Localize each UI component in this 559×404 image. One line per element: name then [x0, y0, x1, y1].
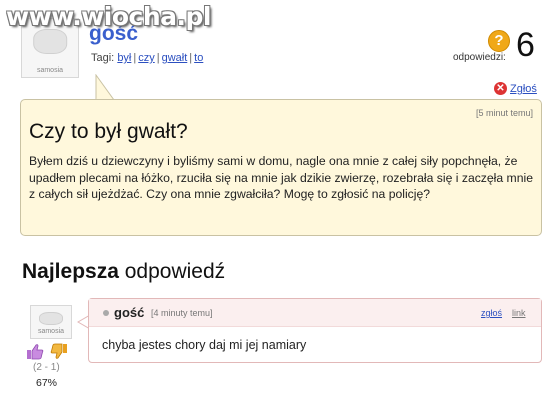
- tag-link[interactable]: był: [117, 52, 131, 64]
- best-answer-box: gość [4 minuty temu] zgłoś link chyba je…: [88, 298, 542, 363]
- tags-row: Tagi: był | czy | gwałt | to: [91, 52, 204, 64]
- bullet-icon: [103, 310, 109, 316]
- question-bubble: [5 minut temu] Czy to był gwałt? Byłem d…: [20, 99, 542, 236]
- tag-link[interactable]: to: [194, 52, 203, 64]
- watermark-logo: www.wiocha.pl: [6, 2, 211, 31]
- tag-link[interactable]: czy: [138, 52, 155, 64]
- best-answer-heading-rest: odpowiedź: [124, 260, 226, 283]
- answer-permalink[interactable]: link: [512, 308, 526, 318]
- report-icon[interactable]: ✕: [494, 82, 507, 95]
- tag-link[interactable]: gwałt: [162, 52, 188, 64]
- avatar-brand: samosia: [36, 67, 64, 74]
- vote-percent: 67%: [36, 377, 58, 389]
- question-body: Byłem dziś u dziewczyny i byliśmy sami w…: [29, 154, 533, 201]
- answers-label: odpowiedzi:: [453, 52, 506, 63]
- answer-time: [4 minuty temu]: [151, 308, 213, 318]
- thumb-down-icon[interactable]: [50, 343, 68, 360]
- answers-count: 6: [516, 26, 535, 64]
- question-mark-icon: ?: [488, 30, 510, 52]
- tags-label: Tagi:: [91, 52, 115, 64]
- report-question-link[interactable]: Zgłoś: [510, 83, 537, 95]
- best-answer-heading: Najlepsza odpowiedź: [22, 260, 225, 284]
- report-answer-link[interactable]: zgłoś: [481, 308, 502, 318]
- thumb-up-icon[interactable]: [26, 343, 44, 360]
- avatar-brand: samosia: [37, 328, 65, 335]
- question-title: Czy to był gwałt?: [29, 120, 188, 143]
- avatar-face-icon: [33, 29, 67, 54]
- avatar-face-icon: [39, 311, 63, 326]
- answer-author[interactable]: gość: [114, 305, 144, 320]
- question-time: [5 minut temu]: [475, 108, 533, 118]
- answer-text: chyba jestes chory daj mi jej namiary: [102, 338, 307, 352]
- best-answer-heading-bold: Najlepsza: [22, 260, 119, 283]
- answer-avatar[interactable]: samosia: [30, 305, 72, 339]
- vote-count: (2 - 1): [33, 362, 60, 373]
- speech-bubble-tail: [95, 74, 115, 101]
